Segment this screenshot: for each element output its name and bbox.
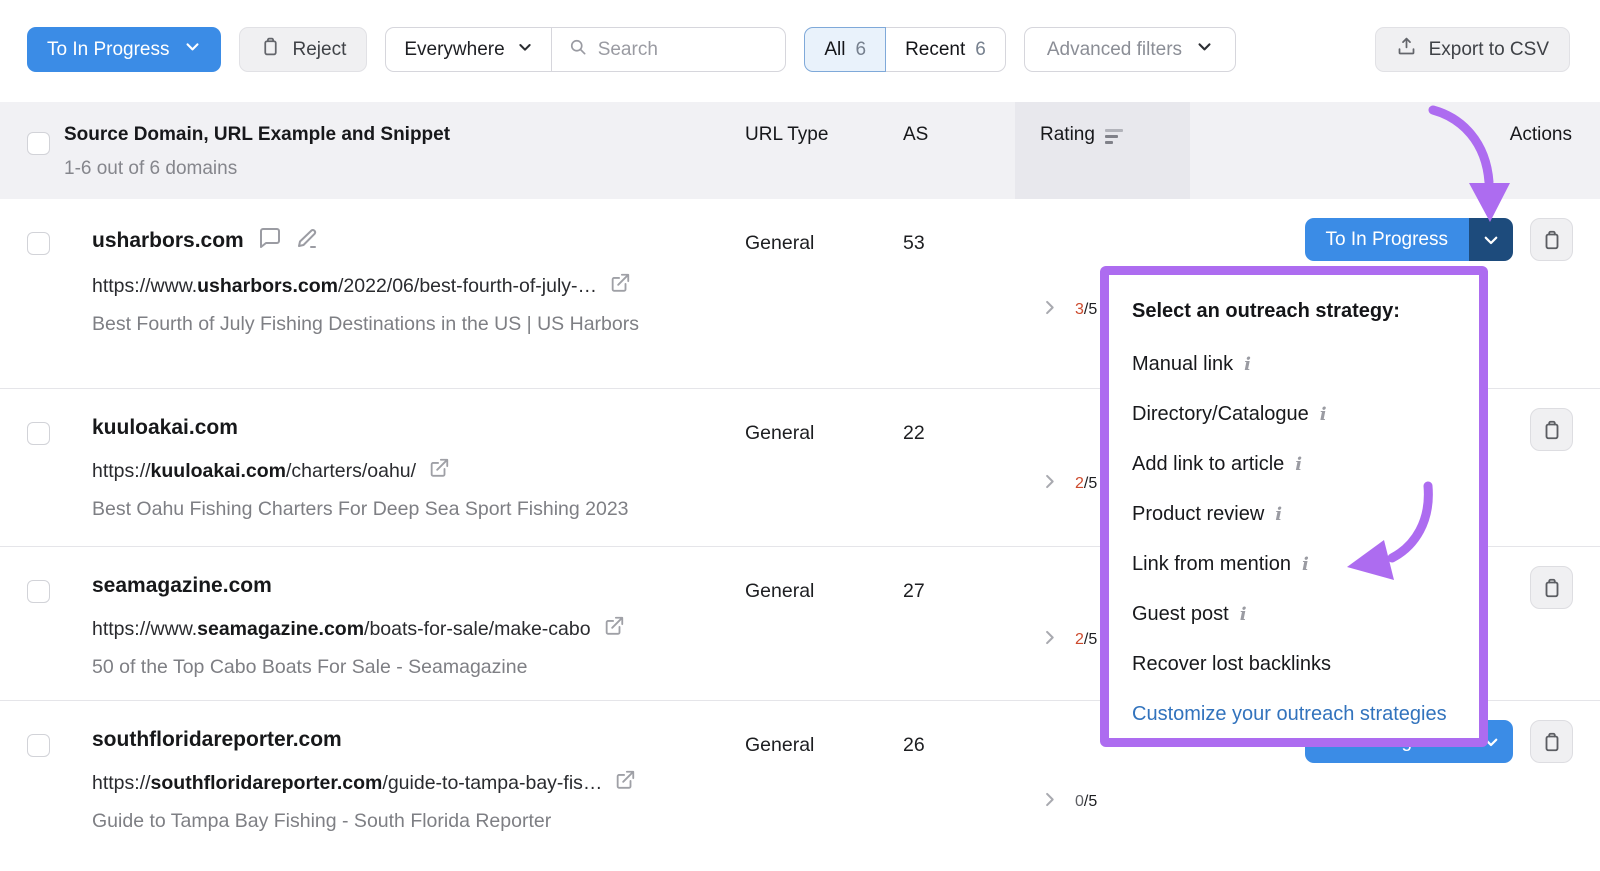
- delete-row-button[interactable]: [1530, 218, 1573, 261]
- external-link-icon[interactable]: [609, 272, 631, 300]
- outreach-strategy-dropdown: Select an outreach strategy: Manual link…: [1109, 275, 1479, 738]
- edit-icon[interactable]: [296, 226, 320, 255]
- rating-value: 3/5: [1075, 301, 1097, 319]
- url-snippet: 50 of the Top Cabo Boats For Sale - Seam…: [92, 652, 650, 683]
- tab-recent-count: 6: [975, 39, 986, 61]
- domains-count: 1-6 out of 6 domains: [64, 158, 745, 180]
- row-checkbox[interactable]: [27, 422, 50, 445]
- as-value: 27: [895, 547, 1015, 700]
- rating-column-header[interactable]: Rating: [1015, 102, 1190, 199]
- select-all-checkbox[interactable]: [27, 132, 50, 155]
- info-icon[interactable]: i: [1275, 501, 1282, 528]
- chevron-right-icon[interactable]: [1040, 628, 1059, 652]
- result-tabs: All 6 Recent 6: [804, 27, 1005, 72]
- info-icon[interactable]: i: [1320, 401, 1327, 428]
- reject-label: Reject: [293, 39, 347, 61]
- external-link-icon[interactable]: [614, 769, 636, 797]
- rating-value: 2/5: [1075, 475, 1097, 493]
- row-checkbox[interactable]: [27, 580, 50, 603]
- tab-all[interactable]: All 6: [804, 27, 886, 72]
- url-type-column-header: URL Type: [745, 102, 895, 199]
- url-snippet: Best Fourth of July Fishing Destinations…: [92, 309, 650, 340]
- as-column-header: AS: [895, 102, 1015, 199]
- chevron-right-icon[interactable]: [1040, 298, 1059, 322]
- search-scope-select[interactable]: Everywhere: [386, 28, 550, 71]
- domain-name: seamagazine.com: [92, 574, 272, 598]
- chevron-down-icon: [1196, 38, 1213, 61]
- source-column-header: Source Domain, URL Example and Snippet: [64, 124, 745, 146]
- annotation-highlight-box: Select an outreach strategy: Manual link…: [1100, 266, 1488, 747]
- domain-name: usharbors.com: [92, 229, 244, 253]
- menu-item-add-link-to-article[interactable]: Add link to articlei: [1132, 451, 1461, 478]
- source-url: https://www.usharbors.com/2022/06/best-f…: [92, 275, 597, 298]
- search-scope-value: Everywhere: [404, 39, 504, 61]
- status-dropdown-toggle[interactable]: [1469, 218, 1513, 261]
- external-link-icon[interactable]: [428, 457, 450, 485]
- trash-icon: [260, 36, 281, 63]
- delete-row-button[interactable]: [1530, 566, 1573, 609]
- advanced-filters-button[interactable]: Advanced filters: [1024, 27, 1236, 72]
- url-snippet: Best Oahu Fishing Charters For Deep Sea …: [92, 494, 650, 525]
- tab-recent-label: Recent: [905, 39, 965, 61]
- bulk-status-label: To In Progress: [47, 39, 170, 61]
- bulk-status-button[interactable]: To In Progress: [27, 27, 221, 72]
- url-type-value: General: [745, 389, 895, 546]
- export-csv-label: Export to CSV: [1429, 39, 1549, 61]
- as-value: 22: [895, 389, 1015, 546]
- info-icon[interactable]: i: [1240, 601, 1247, 628]
- delete-row-button[interactable]: [1530, 408, 1573, 451]
- table-header: Source Domain, URL Example and Snippet 1…: [0, 102, 1600, 199]
- as-value: 53: [895, 199, 1015, 388]
- upload-icon: [1396, 36, 1417, 63]
- info-icon[interactable]: i: [1244, 351, 1251, 378]
- external-link-icon[interactable]: [603, 615, 625, 643]
- chevron-down-icon: [517, 39, 533, 61]
- menu-item-guest-post[interactable]: Guest posti: [1132, 601, 1461, 628]
- menu-item-manual-link[interactable]: Manual linki: [1132, 351, 1461, 378]
- menu-item-directory-catalogue[interactable]: Directory/Cataloguei: [1132, 401, 1461, 428]
- reject-button[interactable]: Reject: [239, 27, 368, 72]
- domain-name: southfloridareporter.com: [92, 728, 342, 752]
- dropdown-title: Select an outreach strategy:: [1132, 300, 1461, 323]
- sort-icon[interactable]: [1105, 129, 1123, 144]
- export-csv-button[interactable]: Export to CSV: [1375, 27, 1570, 72]
- search-input[interactable]: [598, 39, 770, 61]
- delete-row-button[interactable]: [1530, 720, 1573, 763]
- tab-recent[interactable]: Recent 6: [886, 27, 1006, 72]
- search-icon: [568, 37, 588, 62]
- source-url: https://www.seamagazine.com/boats-for-sa…: [92, 618, 591, 641]
- domain-name: kuuloakai.com: [92, 416, 238, 440]
- row-checkbox[interactable]: [27, 232, 50, 255]
- row-checkbox[interactable]: [27, 734, 50, 757]
- toolbar: To In Progress Reject Everywhere All 6 R…: [0, 0, 1600, 72]
- search-field: [552, 37, 786, 62]
- chevron-right-icon[interactable]: [1040, 472, 1059, 496]
- tab-all-label: All: [824, 39, 845, 61]
- info-icon[interactable]: i: [1295, 451, 1302, 478]
- chevron-right-icon[interactable]: [1040, 790, 1059, 814]
- tab-all-count: 6: [855, 39, 866, 61]
- menu-item-product-review[interactable]: Product reviewi: [1132, 501, 1461, 528]
- menu-item-link-from-mention[interactable]: Link from mentioni: [1132, 551, 1461, 578]
- row-status-label: To In Progress: [1305, 218, 1470, 261]
- source-url: https://southfloridareporter.com/guide-t…: [92, 772, 602, 795]
- customize-strategies-link[interactable]: Customize your outreach strategies: [1132, 701, 1461, 728]
- url-type-value: General: [745, 199, 895, 388]
- row-status-button[interactable]: To In Progress: [1305, 218, 1514, 261]
- url-type-value: General: [745, 701, 895, 870]
- search-group: Everywhere: [385, 27, 786, 72]
- actions-column-header: Actions: [1190, 102, 1600, 199]
- info-icon[interactable]: i: [1302, 551, 1309, 578]
- rating-value: 0/5: [1075, 793, 1097, 811]
- rating-value: 2/5: [1075, 631, 1097, 649]
- as-value: 26: [895, 701, 1015, 870]
- advanced-filters-label: Advanced filters: [1047, 39, 1182, 61]
- url-type-value: General: [745, 547, 895, 700]
- comment-icon[interactable]: [258, 226, 282, 255]
- menu-item-recover-lost-backlinks[interactable]: Recover lost backlinks: [1132, 651, 1461, 678]
- chevron-down-icon: [184, 38, 201, 61]
- url-snippet: Guide to Tampa Bay Fishing - South Flori…: [92, 806, 650, 837]
- source-url: https://kuuloakai.com/charters/oahu/: [92, 460, 416, 483]
